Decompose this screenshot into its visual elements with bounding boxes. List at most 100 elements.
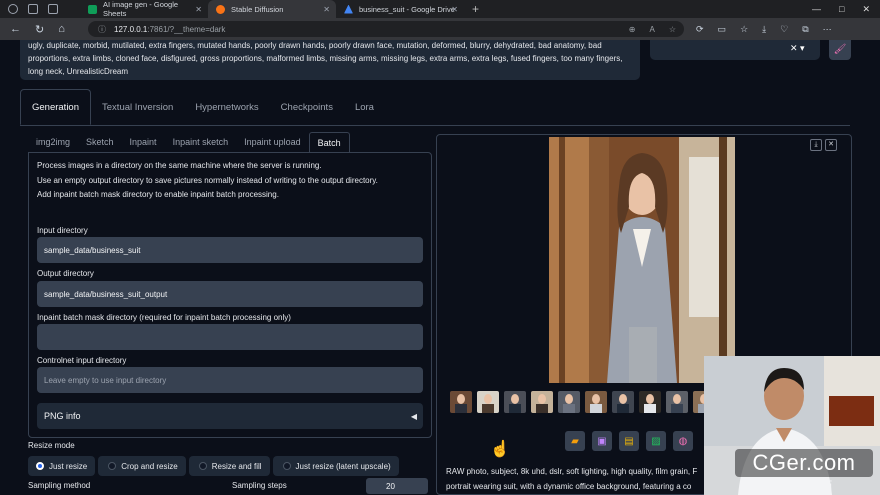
favorites-icon[interactable]: ☆ — [740, 24, 748, 35]
maximize-button[interactable]: □ — [839, 4, 844, 15]
radio-dot — [36, 462, 44, 470]
radio-just-resize[interactable]: Just resize — [28, 456, 96, 476]
tab-inpaint-sketch[interactable]: Inpaint sketch — [165, 132, 237, 152]
window-controls: — □ ✕ — [812, 4, 880, 15]
generated-image[interactable] — [549, 137, 735, 383]
thumbnail[interactable] — [639, 391, 661, 413]
tab-checkpoints[interactable]: Checkpoints — [270, 89, 344, 125]
thumbnail[interactable] — [612, 391, 634, 413]
radio-resize-and-fill[interactable]: Resize and fill — [188, 456, 270, 476]
png-info-accordion[interactable]: PNG info ◀ — [37, 403, 423, 429]
folder-icon[interactable]: ▰ — [565, 431, 585, 451]
favorite-star-icon[interactable]: ☆ — [669, 25, 676, 34]
workspaces-icon[interactable] — [28, 4, 38, 14]
thumbnail[interactable] — [558, 391, 580, 413]
sampling-steps-input[interactable]: 20 — [366, 478, 428, 494]
more-icon[interactable]: ⋯ — [823, 24, 832, 35]
thumbnail[interactable] — [585, 391, 607, 413]
tab-title: AI image gen - Google Sheets — [103, 0, 179, 18]
thumbnail-strip — [450, 391, 742, 413]
browser-toolbar: ⟳ ▭ ☆ ⤓ ♡ ⧉ ⋯ — [696, 24, 832, 35]
close-tab-icon[interactable]: ✕ — [451, 5, 458, 14]
thumbnail[interactable] — [504, 391, 526, 413]
browser-icons — [0, 4, 80, 14]
minimize-button[interactable]: — — [812, 4, 821, 15]
new-tab-button[interactable]: + — [464, 2, 487, 16]
style-selector[interactable]: ✕ ▾ — [650, 40, 820, 60]
radio-dot — [282, 462, 291, 470]
home-icon[interactable]: ⌂ — [58, 23, 65, 36]
url-field[interactable]: ⓘ 127.0.0.1:7861/?__theme=dark ⊕ A ☆ — [88, 21, 684, 37]
input-directory-field[interactable] — [37, 237, 423, 263]
png-info-label: PNG info — [44, 411, 81, 421]
tab-generation[interactable]: Generation — [20, 89, 92, 125]
apply-style-button[interactable]: 🖌 — [829, 40, 851, 60]
watermark-logo: CGer.com — [735, 449, 873, 477]
tab-inpaint[interactable]: Inpaint — [122, 132, 165, 152]
batch-info: Process images in a directory on the sam… — [37, 159, 378, 203]
back-icon[interactable]: ← — [10, 23, 21, 36]
radio-crop-and-resize[interactable]: Crop and resize — [98, 456, 186, 476]
mask-directory-field[interactable] — [37, 324, 423, 350]
thumbnail[interactable] — [666, 391, 688, 413]
save-icon[interactable]: ▣ — [592, 431, 612, 451]
tab-lora[interactable]: Lora — [344, 89, 385, 125]
thumbnail[interactable] — [477, 391, 499, 413]
sampling-method-label: Sampling method — [28, 481, 91, 490]
sd-favicon-icon — [216, 4, 225, 14]
browser-essentials-icon[interactable]: ♡ — [780, 24, 788, 35]
split-screen-icon[interactable]: ▭ — [718, 24, 727, 35]
tab-img2img[interactable]: img2img — [28, 132, 78, 152]
browser-tab-bar: AI image gen - Google Sheets ✕ Stable Di… — [0, 0, 880, 18]
profile-icon[interactable] — [8, 4, 18, 14]
tab-batch[interactable]: Batch — [308, 132, 350, 152]
thumbnail[interactable] — [450, 391, 472, 413]
clear-style-icon[interactable]: ✕ ▾ — [790, 43, 805, 54]
radio-label: Just resize — [49, 461, 88, 471]
negative-prompt-textarea[interactable]: ugly, duplicate, morbid, mutilated, extr… — [20, 40, 640, 80]
browser-tab-sheets[interactable]: AI image gen - Google Sheets ✕ — [80, 0, 208, 18]
browser-tab-drive[interactable]: business_suit - Google Drive ✕ — [336, 0, 464, 18]
nav-buttons: ← ↻ ⌂ — [0, 23, 88, 36]
close-tab-icon[interactable]: ✕ — [323, 5, 330, 14]
tab-title: business_suit - Google Drive — [359, 4, 455, 14]
input-directory-label: Input directory — [37, 226, 88, 235]
radio-latent-upscale[interactable]: Just resize (latent upscale) — [272, 456, 399, 476]
drive-favicon-icon — [344, 4, 353, 14]
collapse-triangle-icon[interactable]: ◀ — [411, 412, 417, 421]
batch-info-line: Add inpaint batch mask directory to enab… — [37, 190, 279, 199]
zoom-icon[interactable]: ⊕ — [629, 25, 636, 34]
hand-cursor-icon: ☝ — [490, 441, 510, 458]
batch-info-line: Process images in a directory on the sam… — [37, 161, 322, 170]
controlnet-directory-field[interactable] — [37, 367, 423, 393]
palette-icon[interactable]: ◍ — [673, 431, 693, 451]
sheets-favicon-icon — [88, 4, 97, 14]
extensions-icon[interactable]: ⧉ — [802, 24, 808, 35]
main-tabs: Generation Textual Inversion Hypernetwor… — [20, 89, 850, 126]
browser-tab-stable-diffusion[interactable]: Stable Diffusion ✕ — [208, 0, 336, 18]
refresh-extension-icon[interactable]: ⟳ — [696, 24, 704, 35]
reload-icon[interactable]: ↻ — [35, 23, 44, 36]
tab-hypernetworks[interactable]: Hypernetworks — [184, 89, 269, 125]
resize-mode-radio-group: Just resize Crop and resize Resize and f… — [28, 456, 399, 476]
close-image-icon[interactable]: ✕ — [825, 139, 837, 151]
output-directory-field[interactable] — [37, 281, 423, 307]
radio-dot — [198, 462, 207, 470]
batch-panel: Process images in a directory on the sam… — [28, 152, 432, 438]
address-bar-row: ← ↻ ⌂ ⓘ 127.0.0.1:7861/?__theme=dark ⊕ A… — [0, 18, 880, 40]
image-icon[interactable]: ▨ — [646, 431, 666, 451]
close-tab-icon[interactable]: ✕ — [195, 5, 202, 14]
tab-inpaint-upload[interactable]: Inpaint upload — [236, 132, 309, 152]
site-info-icon[interactable]: ⓘ — [98, 24, 106, 35]
controlnet-directory-label: Controlnet input directory — [37, 356, 127, 365]
tab-textual-inversion[interactable]: Textual Inversion — [91, 89, 184, 125]
download-icon[interactable]: ⤓ — [762, 24, 766, 35]
download-image-icon[interactable]: ⤓ — [810, 139, 822, 151]
tab-actions-icon[interactable] — [48, 4, 58, 14]
thumbnail[interactable] — [531, 391, 553, 413]
read-aloud-icon[interactable]: A — [649, 25, 654, 34]
radio-label: Resize and fill — [211, 461, 262, 471]
zip-icon[interactable]: ▤ — [619, 431, 639, 451]
tab-sketch[interactable]: Sketch — [78, 132, 122, 152]
close-window-button[interactable]: ✕ — [862, 4, 870, 15]
